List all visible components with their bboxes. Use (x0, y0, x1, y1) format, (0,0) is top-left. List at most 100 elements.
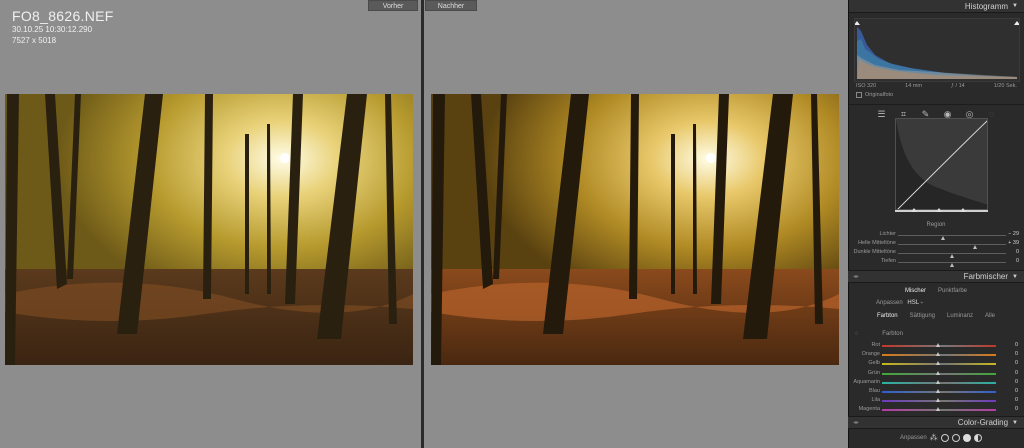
global-wheel-icon[interactable] (973, 433, 982, 442)
channel-value[interactable]: 0 (1015, 397, 1018, 403)
file-datetime: 30.10.25 10:30:12.290 (12, 25, 93, 34)
channel-label: Blau (868, 388, 880, 394)
three-way-icon[interactable]: ⁂ (930, 433, 938, 442)
original-label: Originalfoto (865, 92, 894, 98)
split-handle-2[interactable] (936, 208, 942, 212)
histogram-title: Histogramm (964, 1, 1009, 11)
slider-light-midtones[interactable]: Helle Mitteltöne + 39 (848, 240, 1024, 249)
hue-slider-knob[interactable] (936, 379, 940, 384)
hue-slider-row[interactable]: Lila 0 (848, 396, 1024, 405)
hue-section-label: Farbton (882, 331, 903, 337)
channel-label: Rot (871, 342, 880, 348)
slider-track[interactable] (898, 243, 1006, 249)
channel-label: Gelb (868, 360, 880, 367)
chevron-down-icon[interactable]: ÷ (920, 300, 923, 306)
color-mixer-header[interactable]: ◂▸ Farbmischer ▼ (848, 270, 1024, 283)
slider-label: Dunkle Mitteltöne (853, 249, 897, 255)
hue-slider-knob[interactable] (936, 343, 940, 347)
before-photo[interactable] (5, 94, 413, 365)
hue-slider-knob[interactable] (936, 389, 940, 393)
redeye-icon[interactable]: ◉ (943, 109, 953, 119)
hue-section: ◌ Farbton (855, 331, 903, 337)
subtab-all[interactable]: Alle (985, 313, 995, 319)
slider-highlights[interactable]: Lichter − 29 (848, 231, 1024, 240)
exif-aperture: ƒ / 14 (950, 83, 965, 89)
hue-slider-row[interactable]: Aquamarin 0 (848, 378, 1024, 387)
slider-knob[interactable] (941, 235, 945, 240)
histogram-header[interactable]: Histogramm ▼ (849, 0, 1024, 13)
channel-value[interactable]: 0 (1015, 379, 1018, 385)
color-grading-adjust-row: Anpassen ⁂ (900, 433, 982, 442)
mixer-tabs: Mischer Punktfarbe (848, 288, 1024, 294)
preset-icon[interactable]: ◌ (987, 109, 997, 119)
sliders-icon[interactable]: ☰ (877, 109, 887, 119)
slider-track[interactable] (898, 234, 1006, 240)
adjust-row: Anpassen HSL ÷ (876, 300, 923, 306)
file-dimensions: 7527 x 5018 (12, 36, 57, 45)
hue-slider-row[interactable]: Magenta 0 (848, 405, 1024, 414)
midtones-wheel-icon[interactable] (951, 433, 960, 442)
channel-label: Orange (861, 351, 880, 358)
tone-curve-graph[interactable] (895, 118, 988, 210)
slider-label: Tiefen (880, 258, 896, 264)
collapse-icon[interactable]: ▼ (1012, 274, 1018, 280)
subtab-hue[interactable]: Farbton (877, 313, 898, 319)
file-name: FO8_8626.NEF (12, 8, 114, 24)
slider-value[interactable]: 0 (1016, 249, 1019, 255)
slider-dark-midtones[interactable]: Dunkle Mitteltöne 0 (848, 249, 1024, 258)
hue-slider-knob[interactable] (936, 361, 940, 366)
collapse-icon[interactable]: ▼ (1012, 420, 1018, 426)
hue-slider-knob[interactable] (936, 370, 940, 375)
panel-toggle-icon[interactable]: ◂▸ (853, 273, 859, 280)
slider-knob[interactable] (973, 244, 977, 249)
tab-point-color[interactable]: Punktfarbe (938, 288, 967, 294)
file-info-overlay: FO8_8626.NEF 30.10.25 10:30:12.290 7527 … (12, 8, 114, 46)
slider-knob[interactable] (950, 262, 954, 267)
split-handle-1[interactable] (911, 208, 917, 212)
slider-value[interactable]: + 39 (1008, 240, 1019, 246)
hue-slider-row[interactable]: Blau 0 (848, 387, 1024, 396)
heal-icon[interactable]: ✎ (921, 109, 931, 119)
hue-slider-knob[interactable] (936, 407, 940, 412)
hue-slider-row[interactable]: Grün 0 (848, 369, 1024, 378)
slider-value[interactable]: 0 (1016, 258, 1019, 264)
panel-toggle-icon[interactable]: ◂▸ (853, 419, 859, 426)
slider-track[interactable] (898, 252, 1006, 258)
channel-value[interactable]: 0 (1015, 342, 1018, 348)
grading-adjust-label: Anpassen (900, 434, 927, 441)
channel-value[interactable]: 0 (1015, 351, 1018, 357)
original-photo-toggle[interactable]: Originalfoto (849, 92, 1024, 98)
split-handle-3[interactable] (960, 208, 966, 212)
subtab-saturation[interactable]: Sättigung (910, 313, 935, 319)
slider-label: Lichter (879, 231, 896, 237)
collapse-icon[interactable]: ▼ (1012, 3, 1018, 9)
channel-value[interactable]: 0 (1015, 388, 1018, 394)
histogram-exif: ISO 320 14 mm ƒ / 14 1/20 Sek. (849, 83, 1024, 89)
color-grading-header[interactable]: ◂▸ Color-Grading ▼ (848, 416, 1024, 429)
color-grading-title: Color-Grading (957, 418, 1009, 427)
channel-value[interactable]: 0 (1015, 370, 1018, 376)
mask-icon[interactable]: ◎ (965, 109, 975, 119)
tab-mixer[interactable]: Mischer (905, 288, 926, 294)
hue-slider-row[interactable]: Orange 0 (848, 350, 1024, 359)
slider-knob[interactable] (950, 253, 954, 258)
highlights-wheel-icon[interactable] (962, 433, 971, 442)
shadows-wheel-icon[interactable] (940, 433, 949, 442)
hue-slider-row[interactable]: Rot 0 (848, 341, 1024, 350)
image-canvas: Vorher Nachher FO8_8626.NEF 30.10.25 10:… (0, 0, 848, 448)
after-photo[interactable] (431, 94, 839, 365)
histogram-graph (854, 18, 1020, 82)
channel-value[interactable]: 0 (1015, 360, 1018, 366)
original-checkbox[interactable] (856, 92, 862, 98)
slider-shadows[interactable]: Tiefen 0 (848, 258, 1024, 267)
subtab-luminance[interactable]: Luminanz (947, 313, 973, 319)
adjust-select[interactable]: HSL (907, 300, 918, 306)
slider-value[interactable]: − 29 (1008, 231, 1019, 237)
hue-slider-knob[interactable] (936, 398, 940, 403)
hue-slider-row[interactable]: Gelb 0 (848, 359, 1024, 368)
target-adjust-icon[interactable]: ◌ (855, 331, 859, 337)
channel-value[interactable]: 0 (1015, 406, 1018, 412)
hue-slider-knob[interactable] (936, 352, 940, 357)
crop-icon[interactable]: ⌗ (899, 109, 909, 119)
slider-track[interactable] (898, 261, 1006, 267)
